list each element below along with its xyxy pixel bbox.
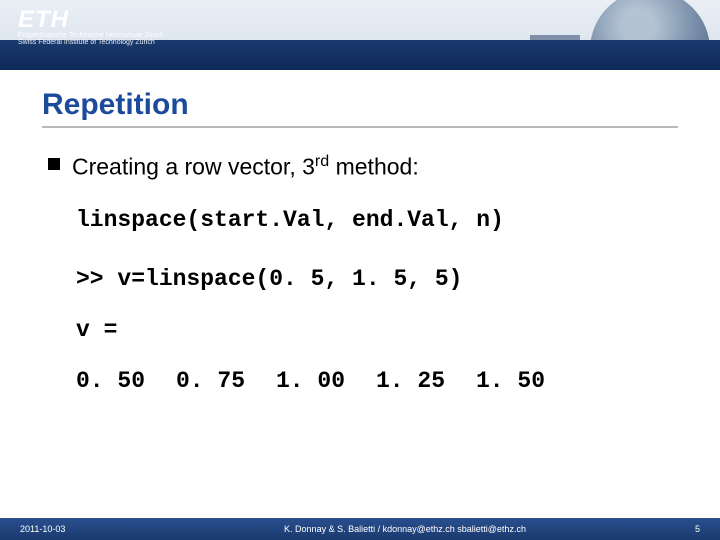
footer-pagenum: 5 [660,524,700,534]
output-value: 0. 50 [76,366,146,397]
logo-subtitle-2: Swiss Federal Institute of Technology Zu… [18,39,164,46]
logo-subtitle-1: Eidgenössische Technische Hochschule Zür… [18,32,164,39]
bullet-square-icon [48,158,60,170]
slide-header: ETH Eidgenössische Technische Hochschule… [0,0,720,70]
output-value: 1. 25 [376,366,446,397]
slide-content: Repetition Creating a row vector, 3rd me… [0,70,720,518]
output-value: 1. 00 [276,366,346,397]
slide-footer: 2011-10-03 K. Donnay & S. Balietti / kdo… [0,518,720,540]
bullet-text-sup: rd [315,152,329,170]
footer-date: 2011-10-03 [20,524,150,534]
bullet-text: Creating a row vector, 3rd method: [72,152,419,181]
bullet-item: Creating a row vector, 3rd method: [48,152,678,181]
output-value: 0. 75 [176,366,246,397]
slide-title: Repetition [42,88,678,128]
footer-credits: K. Donnay & S. Balietti / kdonnay@ethz.c… [150,524,660,534]
bullet-text-pre: Creating a row vector, 3 [72,154,315,180]
bullet-text-post: method: [329,154,419,180]
code-example: >> v=linspace(0. 5, 1. 5, 5) [76,264,678,295]
output-value: 1. 50 [476,366,546,397]
logo-title: ETH [18,6,164,34]
code-signature: linspace(start.Val, end.Val, n) [76,205,678,236]
code-output-values: 0. 50 0. 75 1. 00 1. 25 1. 50 [76,366,678,397]
logo-block: ETH Eidgenössische Technische Hochschule… [18,6,164,46]
code-output-label: v = [76,315,678,346]
slide-container: ETH Eidgenössische Technische Hochschule… [0,0,720,540]
